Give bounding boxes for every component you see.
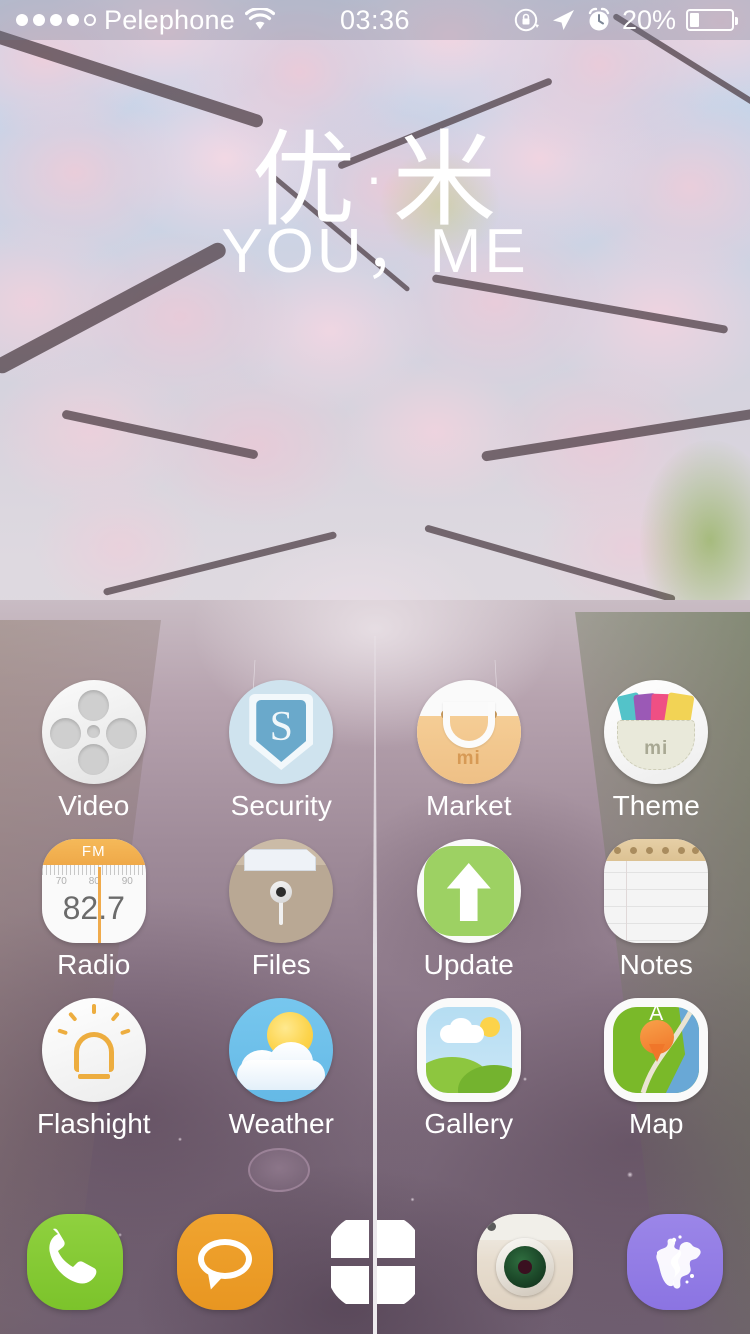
app-files[interactable]: Files xyxy=(188,839,376,980)
radio-frequency: 82.7 xyxy=(62,890,125,926)
radio-scale-tick: 90 xyxy=(121,876,133,887)
radio-scale-tick: 70 xyxy=(55,876,67,887)
alarm-clock-icon xyxy=(586,7,612,33)
app-notes[interactable]: Notes xyxy=(563,839,750,980)
app-radio[interactable]: FM 70 80 90 82.7 Radio xyxy=(0,839,188,980)
sun-cloud-icon[interactable] xyxy=(229,998,334,1102)
map-pin-letter: A xyxy=(649,1002,664,1025)
app-label: Market xyxy=(425,790,512,821)
battery-icon xyxy=(686,9,738,31)
radio-band-label: FM xyxy=(41,839,146,865)
dock-item-browser[interactable] xyxy=(600,1214,750,1310)
app-weather[interactable]: Weather xyxy=(188,998,376,1139)
map-pin-icon[interactable]: A xyxy=(604,998,709,1102)
notepad-icon[interactable] xyxy=(604,839,709,943)
app-video[interactable]: Video xyxy=(0,680,188,821)
mi-brand-logo: mi xyxy=(456,748,481,769)
status-bar-right: 20% xyxy=(514,4,738,36)
app-label: Weather xyxy=(228,1108,334,1139)
app-label: Security xyxy=(230,790,332,821)
app-row: Video S Security mi Market mi Theme xyxy=(0,680,750,839)
dock-item-phone[interactable] xyxy=(0,1214,150,1310)
fm-radio-icon[interactable]: FM 70 80 90 82.7 xyxy=(41,839,146,943)
app-market[interactable]: mi Market xyxy=(375,680,563,821)
film-reel-icon[interactable] xyxy=(41,680,146,784)
up-arrow-icon[interactable] xyxy=(416,839,521,943)
foliage xyxy=(380,150,500,260)
mi-brand-logo: mi xyxy=(644,738,669,759)
app-gallery[interactable]: Gallery xyxy=(375,998,563,1139)
shield-icon[interactable]: S xyxy=(229,680,334,784)
dock-item-app-drawer[interactable] xyxy=(300,1214,450,1310)
status-bar: Pelephone 03:36 20% xyxy=(0,0,750,40)
app-flashlight[interactable]: Flashight xyxy=(0,998,188,1139)
app-label: Update xyxy=(423,949,514,980)
shopping-bag-icon[interactable]: mi xyxy=(416,680,521,784)
app-row: Flashight Weather Gallery A Map xyxy=(0,998,750,1157)
app-row: FM 70 80 90 82.7 Radio Files Update Note… xyxy=(0,839,750,998)
globe-icon[interactable] xyxy=(627,1214,723,1310)
home-screen: 优·米 YOU，ME Pelephone 03:36 20% Video S S… xyxy=(0,0,750,1334)
dock xyxy=(0,1204,750,1320)
app-grid: Video S Security mi Market mi Theme FM 7… xyxy=(0,680,750,1157)
app-label: Theme xyxy=(612,790,700,821)
camera-lens-icon[interactable] xyxy=(477,1214,573,1310)
app-label: Notes xyxy=(619,949,693,980)
lightbulb-icon[interactable] xyxy=(41,998,146,1102)
app-map[interactable]: A Map xyxy=(563,998,750,1139)
theme-pocket-icon[interactable]: mi xyxy=(604,680,709,784)
app-security[interactable]: S Security xyxy=(188,680,376,821)
folder-pin-icon[interactable] xyxy=(229,839,334,943)
landscape-photo-icon[interactable] xyxy=(416,998,521,1102)
speech-bubble-icon[interactable] xyxy=(177,1214,273,1310)
rotation-lock-icon xyxy=(514,7,540,33)
globe-continents xyxy=(656,1235,701,1289)
app-theme[interactable]: mi Theme xyxy=(563,680,750,821)
app-update[interactable]: Update xyxy=(375,839,563,980)
location-arrow-icon xyxy=(550,7,576,33)
app-label: Gallery xyxy=(424,1108,514,1139)
app-label: Flashight xyxy=(36,1108,151,1139)
app-label: Radio xyxy=(57,949,131,980)
dock-item-messages[interactable] xyxy=(150,1214,300,1310)
dock-item-camera[interactable] xyxy=(450,1214,600,1310)
shield-letter: S xyxy=(269,704,293,750)
phone-handset-icon[interactable] xyxy=(27,1214,123,1310)
battery-percent-label: 20% xyxy=(621,4,676,35)
app-label: Files xyxy=(251,949,311,980)
app-label: Video xyxy=(58,790,130,821)
app-label: Map xyxy=(629,1108,684,1139)
grid-squares-icon[interactable] xyxy=(327,1214,423,1310)
